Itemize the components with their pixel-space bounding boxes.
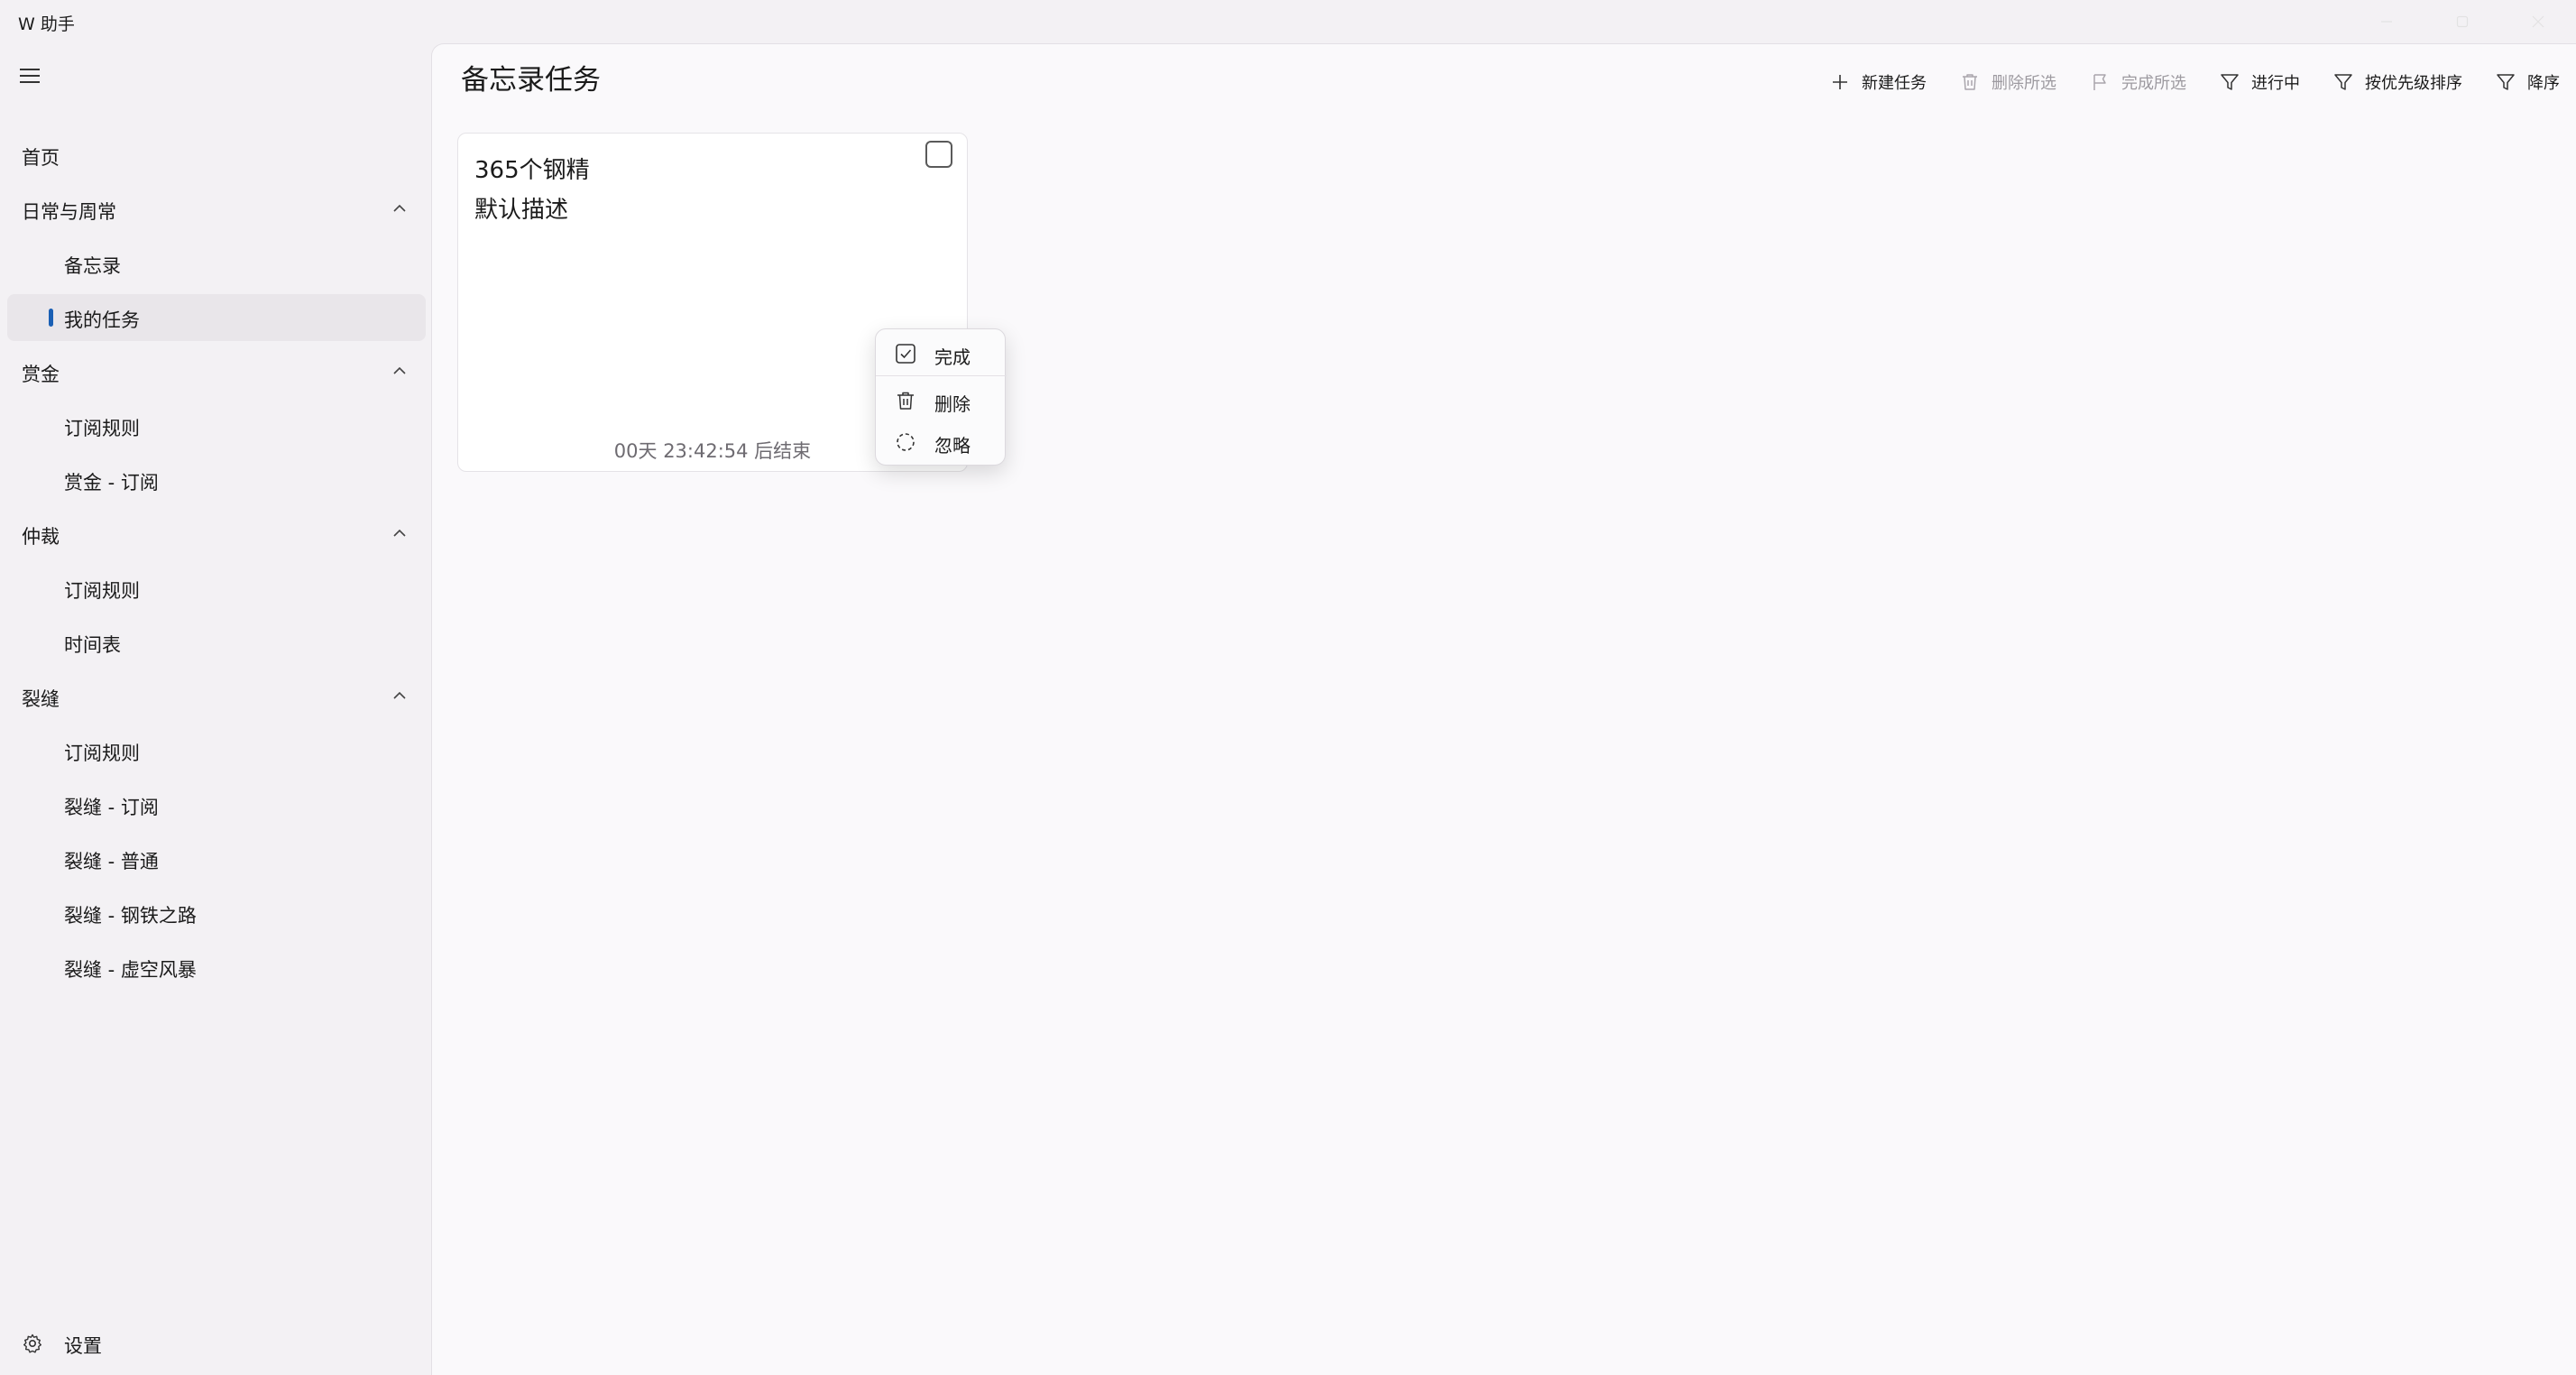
sidebar-group-bounty[interactable]: 赏金 [7, 348, 426, 395]
sidebar-item-label: 仲裁 [22, 526, 60, 548]
status-filter-button[interactable]: 进行中 [2203, 62, 2316, 102]
minimize-icon [2381, 21, 2392, 23]
close-icon [2532, 15, 2544, 28]
status-filter-label: 进行中 [2251, 74, 2300, 93]
filter-icon [2497, 74, 2515, 90]
task-title: 365个钢精 [474, 157, 590, 184]
sidebar-item-bounty-rules[interactable]: 订阅规则 [7, 402, 426, 449]
sidebar-item-label: 日常与周常 [22, 201, 116, 223]
sidebar-item-fissure-steel-path[interactable]: 裂缝 - 钢铁之路 [7, 890, 426, 937]
sidebar-item-label: 赏金 [22, 364, 60, 385]
sidebar-item-label: 裂缝 - 钢铁之路 [64, 905, 197, 927]
chevron-up-icon [393, 691, 406, 699]
sidebar-item-home[interactable]: 首页 [7, 132, 426, 179]
delete-selected-button[interactable]: 删除所选 [1943, 62, 2073, 102]
chevron-up-icon [393, 366, 406, 374]
new-task-button[interactable]: 新建任务 [1813, 62, 1943, 102]
sidebar-item-label: 裂缝 [22, 688, 60, 710]
sidebar-item-settings[interactable]: 设置 [7, 1320, 426, 1367]
sort-order-label: 降序 [2527, 74, 2560, 93]
menu-item-ignore[interactable]: 忽略 [876, 421, 1007, 461]
settings-label: 设置 [64, 1335, 102, 1357]
selection-indicator [49, 309, 53, 327]
sort-order-button[interactable]: 降序 [2479, 62, 2576, 102]
hamburger-icon[interactable] [20, 67, 41, 85]
close-button[interactable] [2500, 0, 2576, 43]
menu-item-complete[interactable]: 完成 [876, 333, 1007, 373]
flag-icon [2093, 74, 2106, 90]
window-controls [2349, 0, 2576, 43]
sidebar-item-label: 裂缝 - 虚空风暴 [64, 959, 197, 981]
sidebar-item-memo[interactable]: 备忘录 [7, 240, 426, 287]
sidebar-item-schedule[interactable]: 时间表 [7, 619, 426, 666]
main-content: 备忘录任务 新建任务 删除所选 完成所选 进行中 按优先级排序 降序 365个钢… [431, 43, 2576, 1375]
sidebar-item-fissure-rules[interactable]: 订阅规则 [7, 727, 426, 774]
trash-icon [897, 392, 914, 410]
toolbar: 新建任务 删除所选 完成所选 进行中 按优先级排序 降序 [1813, 62, 2576, 102]
sidebar-group-arbitration[interactable]: 仲裁 [7, 511, 426, 558]
sidebar-group-fissure[interactable]: 裂缝 [7, 673, 426, 720]
chevron-up-icon [393, 204, 406, 212]
page-title: 备忘录任务 [461, 64, 601, 97]
maximize-button[interactable] [2424, 0, 2500, 43]
sidebar-item-fissure-subscribe[interactable]: 裂缝 - 订阅 [7, 781, 426, 828]
app-window: W 助手 首页 日常与周常 备忘录 我的任务 赏金 订阅规则 赏金 - 订阅 仲… [0, 0, 2576, 1375]
sidebar: 首页 日常与周常 备忘录 我的任务 赏金 订阅规则 赏金 - 订阅 仲裁 订阅规… [0, 43, 431, 1375]
sidebar-item-label: 赏金 - 订阅 [64, 472, 159, 494]
sidebar-item-label: 裂缝 - 普通 [64, 851, 159, 872]
plus-icon [1833, 75, 1847, 89]
sidebar-item-bounty-subscribe[interactable]: 赏金 - 订阅 [7, 457, 426, 503]
sidebar-item-label: 订阅规则 [64, 418, 140, 439]
sidebar-item-label: 首页 [22, 147, 60, 169]
sort-priority-label: 按优先级排序 [2365, 74, 2462, 93]
app-title: W 助手 [18, 14, 75, 34]
task-description: 默认描述 [474, 197, 569, 224]
maximize-icon [2456, 15, 2469, 28]
menu-separator [876, 375, 1007, 376]
sidebar-item-label: 时间表 [64, 634, 121, 656]
delete-selected-label: 删除所选 [1992, 74, 2056, 93]
sidebar-item-fissure-void-storm[interactable]: 裂缝 - 虚空风暴 [7, 944, 426, 991]
task-checkbox[interactable] [925, 141, 952, 168]
menu-item-label: 完成 [934, 346, 971, 368]
menu-item-label: 忽略 [934, 435, 971, 457]
context-menu: 完成 删除 忽略 [875, 328, 1007, 466]
sidebar-item-fissure-normal[interactable]: 裂缝 - 普通 [7, 835, 426, 882]
sidebar-group-daily-weekly[interactable]: 日常与周常 [7, 186, 426, 233]
menu-item-label: 删除 [934, 393, 971, 415]
minimize-button[interactable] [2349, 0, 2424, 43]
new-task-label: 新建任务 [1862, 74, 1927, 93]
sidebar-item-label: 裂缝 - 订阅 [64, 797, 159, 818]
sidebar-item-label: 备忘录 [64, 255, 121, 277]
filter-icon [2221, 74, 2239, 90]
sidebar-item-my-tasks[interactable]: 我的任务 [7, 294, 426, 341]
gear-icon [23, 1333, 41, 1353]
filter-icon [2334, 74, 2352, 90]
dashed-circle-icon [897, 433, 915, 451]
sort-priority-button[interactable]: 按优先级排序 [2316, 62, 2479, 102]
sidebar-item-label: 订阅规则 [64, 743, 140, 764]
complete-selected-button[interactable]: 完成所选 [2073, 62, 2203, 102]
sidebar-item-arbitration-rules[interactable]: 订阅规则 [7, 565, 426, 612]
complete-selected-label: 完成所选 [2121, 74, 2186, 93]
chevron-up-icon [393, 529, 406, 537]
sidebar-item-label: 我的任务 [64, 309, 140, 331]
title-bar: W 助手 [0, 0, 2576, 43]
sidebar-item-label: 订阅规则 [64, 580, 140, 602]
trash-icon [1963, 74, 1977, 90]
menu-item-delete[interactable]: 删除 [876, 380, 1007, 420]
checkbox-checked-icon [896, 344, 915, 364]
